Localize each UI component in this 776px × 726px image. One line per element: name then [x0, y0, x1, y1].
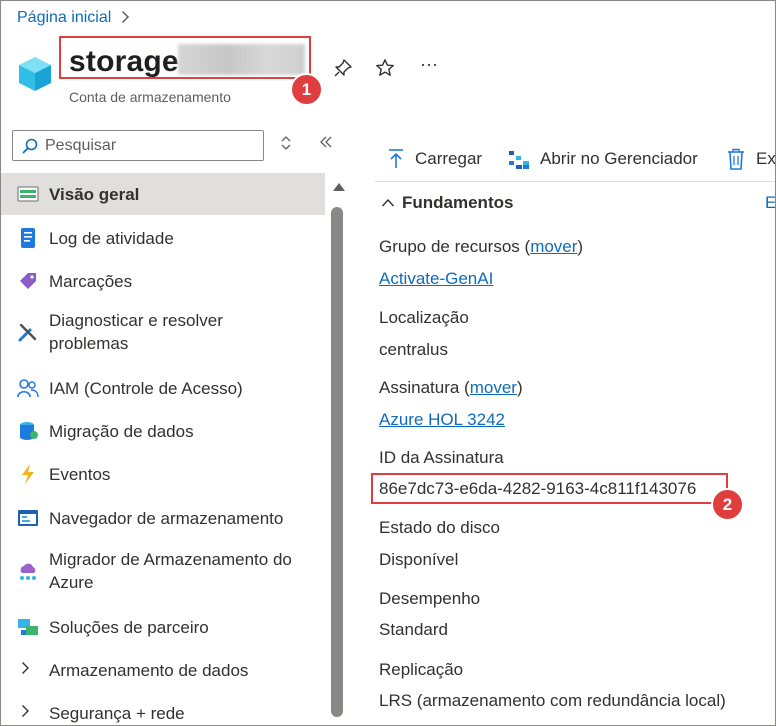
delete-button[interactable]: Ex — [726, 141, 776, 177]
step-badge-1: 1 — [290, 73, 323, 106]
resource-group-value-link[interactable]: Activate-GenAI — [379, 269, 493, 289]
delete-label: Ex — [756, 149, 776, 168]
open-explorer-button[interactable]: Abrir no Gerenciador — [508, 141, 698, 177]
trash-icon — [728, 148, 744, 170]
disk-state-label: Estado do disco — [379, 518, 500, 537]
sidebar-item-activity-log[interactable]: Log de atividade — [1, 218, 325, 258]
sidebar-item-label: IAM (Controle de Acesso) — [49, 378, 243, 398]
replication-value: LRS (armazenamento com redundância local… — [379, 691, 726, 710]
sidebar-item-storage-mover[interactable]: Migrador de Armazenamento do Azure — [1, 543, 325, 599]
performance-value: Standard — [379, 620, 448, 639]
storage-account-icon — [17, 55, 53, 93]
sidebar-item-storage-browser[interactable]: Navegador de armazenamento — [1, 497, 325, 539]
data-migration-icon — [17, 420, 39, 442]
location-value: centralus — [379, 340, 448, 359]
tag-icon — [17, 270, 39, 292]
redacted-name — [178, 44, 305, 75]
resource-type-subtitle: Conta de armazenamento — [69, 89, 231, 105]
sidebar-item-label: Segurança + rede — [49, 703, 185, 723]
partner-icon — [17, 616, 39, 638]
essentials-title: Fundamentos — [402, 193, 514, 212]
sidebar-item-overview[interactable]: Visão geral — [1, 173, 325, 215]
subscription-value-link[interactable]: Azure HOL 3242 — [379, 410, 505, 430]
cloud-migrator-icon — [17, 560, 39, 582]
resource-title-highlight: storage — [59, 36, 311, 79]
replication-label: Replicação — [379, 660, 464, 679]
star-icon[interactable] — [374, 57, 396, 79]
lightning-icon — [17, 463, 39, 485]
sidebar-group-security-network[interactable]: Segurança + rede — [1, 693, 325, 725]
sidebar-item-label: Migração de dados — [49, 421, 194, 441]
sidebar-item-label: Marcações — [49, 271, 133, 291]
overview-icon — [17, 183, 39, 205]
resource-group-label: Grupo de recursos (mover) — [379, 237, 584, 256]
subscription-label-text: Assinatura — [379, 378, 460, 397]
sidebar-item-partner-solutions[interactable]: Soluções de parceiro — [1, 607, 325, 647]
upload-icon — [389, 149, 403, 168]
sidebar-group-data-storage[interactable]: Armazenamento de dados — [1, 650, 325, 690]
sidebar-item-data-migration[interactable]: Migração de dados — [1, 411, 325, 451]
portal-frame: Página inicial storage 1 Conta de armaze… — [0, 0, 776, 726]
json-view-link[interactable]: E — [765, 193, 775, 213]
toolbar-divider — [375, 181, 775, 182]
sidebar-item-label: Log de atividade — [49, 228, 174, 248]
sidebar-item-label: Navegador de armazenamento — [49, 508, 284, 528]
people-icon — [17, 377, 39, 399]
scroll-thumb[interactable] — [331, 207, 343, 717]
search-icon — [22, 138, 38, 154]
move-subscription-link[interactable]: mover — [470, 378, 517, 397]
disk-state-value: Disponível — [379, 550, 459, 569]
subscription-id-value[interactable]: 86e7dc73-e6da-4282-9163-4c811f143076 — [379, 479, 696, 499]
location-label: Localização — [379, 308, 469, 327]
subscription-label: Assinatura (mover) — [379, 378, 523, 397]
essentials-header[interactable]: Fundamentos — [381, 193, 513, 213]
sort-toggle-icon[interactable] — [280, 135, 292, 154]
subscription-id-label: ID da Assinatura — [379, 448, 504, 467]
pin-icon[interactable] — [332, 57, 354, 79]
wrench-icon — [17, 321, 39, 343]
sidebar-search[interactable] — [12, 130, 264, 161]
storage-browser-icon — [17, 507, 39, 529]
sidebar-item-events[interactable]: Eventos — [1, 454, 325, 494]
sidebar-item-label: Eventos — [49, 464, 111, 484]
breadcrumb-home-link[interactable]: Página inicial — [17, 9, 111, 27]
page-title: storage — [69, 45, 179, 78]
upload-button[interactable]: Carregar — [387, 141, 482, 177]
more-options-button[interactable]: ··· — [418, 53, 440, 75]
breadcrumb: Página inicial — [17, 9, 130, 27]
chevron-up-icon — [381, 198, 395, 207]
sidebar-item-iam[interactable]: IAM (Controle de Acesso) — [1, 368, 325, 408]
upload-label: Carregar — [415, 149, 483, 168]
resource-group-label-text: Grupo de recursos — [379, 237, 520, 256]
storage-explorer-icon — [509, 151, 529, 169]
sidebar-scrollbar[interactable] — [327, 173, 351, 725]
chevron-right-icon — [21, 661, 30, 680]
scroll-up-arrow[interactable] — [333, 183, 345, 191]
search-input[interactable] — [45, 136, 245, 155]
sidebar-item-label: Soluções de parceiro — [49, 617, 209, 637]
performance-label: Desempenho — [379, 589, 481, 608]
open-explorer-label: Abrir no Gerenciador — [540, 149, 698, 168]
chevron-right-icon — [121, 10, 130, 27]
sidebar-item-label: Diagnosticar e resolver problemas — [49, 311, 223, 353]
collapse-sidebar-icon[interactable] — [319, 135, 333, 152]
sidebar-item-label: Armazenamento de dados — [49, 660, 249, 680]
activity-log-icon — [17, 227, 39, 249]
step-badge-2: 2 — [711, 488, 744, 521]
chevron-right-icon — [21, 704, 30, 723]
sidebar-item-diagnose[interactable]: Diagnosticar e resolver problemas — [1, 304, 325, 360]
sidebar-item-label: Migrador de Armazenamento do Azure — [49, 550, 292, 592]
sidebar-item-tags[interactable]: Marcações — [1, 261, 325, 301]
move-resource-group-link[interactable]: mover — [530, 237, 577, 256]
sidebar-item-label: Visão geral — [49, 184, 140, 204]
